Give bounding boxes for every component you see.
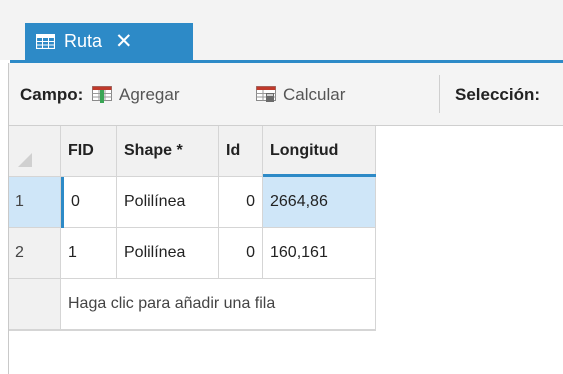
cell-shape[interactable]: Polilínea: [117, 228, 219, 279]
add-field-label: Agregar: [119, 84, 180, 104]
column-header-fid[interactable]: FID: [61, 126, 117, 177]
calculate-field-button[interactable]: Calcular: [256, 63, 345, 126]
column-header-id[interactable]: Id: [219, 126, 263, 177]
add-row-prompt[interactable]: Haga clic para añadir una fila: [61, 279, 376, 330]
toolbar-separator: [439, 75, 440, 113]
row-header-new: [9, 279, 61, 330]
table-icon: [36, 34, 55, 49]
cell-fid[interactable]: 0: [64, 177, 117, 228]
table-toolbar: Campo: Agregar Calcular Selección:: [9, 63, 563, 126]
grid-bottom-border: [9, 330, 376, 331]
cell-id[interactable]: 0: [219, 177, 263, 228]
selection-label: Selección:: [455, 84, 541, 104]
add-field-icon: [92, 86, 112, 103]
cell-longitud[interactable]: 160,161: [263, 228, 376, 279]
field-label: Campo:: [20, 84, 84, 104]
calculate-field-label: Calcular: [283, 84, 346, 104]
row-header-2[interactable]: 2: [9, 228, 61, 279]
close-icon[interactable]: ✕: [115, 31, 133, 52]
column-header-shape[interactable]: Shape *: [117, 126, 219, 177]
tab-title: Ruta: [64, 31, 103, 51]
tab-ruta[interactable]: Ruta ✕: [25, 23, 193, 60]
tab-strip: Ruta ✕: [0, 0, 563, 60]
row-header-1[interactable]: 1: [9, 177, 61, 228]
cell-id[interactable]: 0: [219, 228, 263, 279]
corner-triangle-icon: [18, 153, 32, 167]
calculate-field-icon: [256, 86, 276, 102]
cell-longitud[interactable]: 2664,86: [263, 177, 376, 228]
add-field-button[interactable]: Agregar: [92, 63, 179, 126]
cell-shape[interactable]: Polilínea: [117, 177, 219, 228]
column-header-longitud[interactable]: Longitud: [263, 126, 376, 177]
cell-fid[interactable]: 1: [61, 228, 117, 279]
select-all-corner[interactable]: [9, 126, 61, 177]
